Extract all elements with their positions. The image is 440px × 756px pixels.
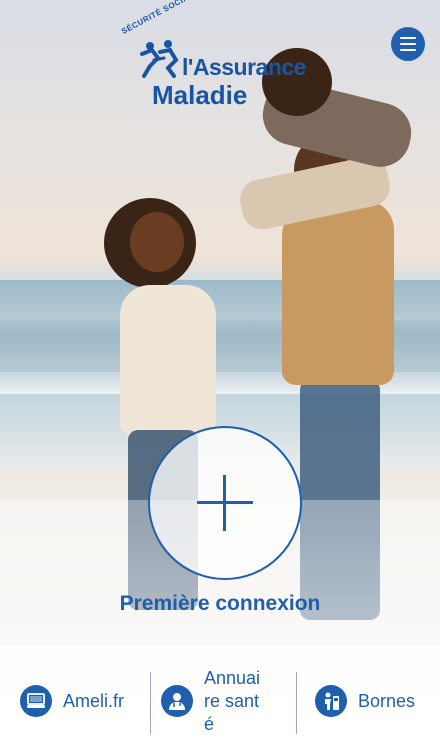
kiosk-icon <box>315 685 347 717</box>
divider <box>150 672 151 734</box>
photo-man-body <box>282 200 394 385</box>
bottom-nav-label: Bornes <box>358 690 416 711</box>
computer-icon <box>20 685 52 717</box>
bottom-nav-item-ameli[interactable]: Ameli.fr <box>20 646 124 756</box>
photo-woman-body <box>120 285 216 435</box>
logo-figures-icon <box>140 40 179 78</box>
login-screen: SÉCURITÉ SOCIALE l'Assurance Maladie Pre… <box>0 0 440 756</box>
bottom-nav-item-annuaire[interactable]: Annuaire santé <box>161 646 264 756</box>
bottom-nav-item-bornes[interactable]: Bornes <box>315 646 415 756</box>
first-login-plus-button[interactable] <box>148 426 302 580</box>
plus-icon <box>223 475 226 531</box>
doctor-icon <box>161 685 193 717</box>
menu-icon <box>400 49 416 51</box>
photo-woman-head <box>130 212 184 272</box>
bottom-nav-label: Annuaire santé <box>204 667 261 734</box>
divider <box>296 672 297 734</box>
first-login-link[interactable]: Première connexion <box>0 592 440 616</box>
menu-icon <box>400 43 416 45</box>
menu-button[interactable] <box>391 27 425 61</box>
logo-title: l'Assurance <box>182 54 306 80</box>
assurance-maladie-logo: SÉCURITÉ SOCIALE l'Assurance Maladie <box>118 0 318 118</box>
logo-top-text: SÉCURITÉ SOCIALE <box>120 0 201 36</box>
menu-icon <box>400 37 416 39</box>
bottom-nav-label: Ameli.fr <box>63 690 125 711</box>
logo-subtitle: Maladie <box>152 80 248 110</box>
